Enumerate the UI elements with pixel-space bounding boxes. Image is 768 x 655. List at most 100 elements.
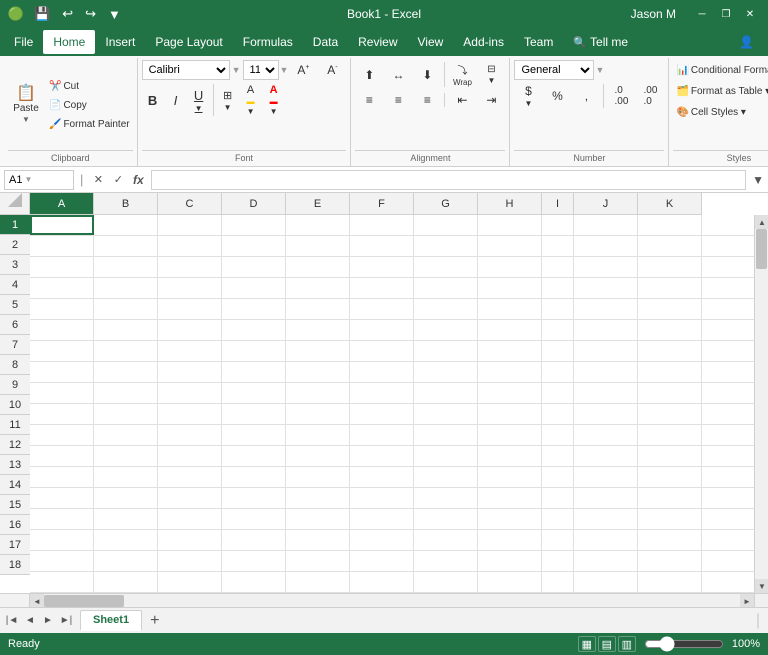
cell-E10[interactable]	[286, 404, 350, 424]
tab-nav-first[interactable]: |◄	[4, 613, 20, 629]
fill-color-button[interactable]: A ▬▼	[240, 82, 262, 118]
scroll-up-button[interactable]: ▲	[755, 215, 768, 229]
cell-H10[interactable]	[478, 404, 542, 424]
cell-F5[interactable]	[350, 299, 414, 319]
cell-B1[interactable]	[94, 215, 158, 235]
row-header-10[interactable]: 10	[0, 395, 30, 415]
italic-button[interactable]: I	[165, 91, 187, 110]
cell-E15[interactable]	[286, 509, 350, 529]
v-scroll-track[interactable]	[755, 229, 768, 579]
cell-J2[interactable]	[574, 236, 638, 256]
cell-C11[interactable]	[158, 425, 222, 445]
cell-G10[interactable]	[414, 404, 478, 424]
cell-C14[interactable]	[158, 488, 222, 508]
vertical-scrollbar[interactable]: ▲ ▼	[754, 215, 768, 593]
cell-J16[interactable]	[574, 530, 638, 550]
cell-D6[interactable]	[222, 320, 286, 340]
scroll-right-button[interactable]: ►	[740, 594, 754, 607]
cell-E2[interactable]	[286, 236, 350, 256]
cell-E6[interactable]	[286, 320, 350, 340]
cell-E1[interactable]	[286, 215, 350, 235]
cell-E9[interactable]	[286, 383, 350, 403]
menu-tell-me[interactable]: 🔍 Tell me	[563, 30, 638, 54]
minimize-button[interactable]: ─	[692, 6, 712, 22]
cell-D14[interactable]	[222, 488, 286, 508]
menu-data[interactable]: Data	[303, 30, 348, 54]
row-header-6[interactable]: 6	[0, 315, 30, 335]
row-header-11[interactable]: 11	[0, 415, 30, 435]
cell-G8[interactable]	[414, 362, 478, 382]
conditional-formatting-button[interactable]: 📊 Conditional Formatting ▾	[673, 60, 768, 80]
cell-I13[interactable]	[542, 467, 574, 487]
row-header-12[interactable]: 12	[0, 435, 30, 455]
cell-C1[interactable]	[158, 215, 222, 235]
cancel-formula-button[interactable]: ✕	[89, 171, 107, 189]
number-format-select[interactable]: General	[514, 60, 594, 80]
cell-I4[interactable]	[542, 278, 574, 298]
name-box-dropdown[interactable]: ▼	[24, 175, 32, 184]
cell-F6[interactable]	[350, 320, 414, 340]
cell-F12[interactable]	[350, 446, 414, 466]
menu-view[interactable]: View	[408, 30, 454, 54]
cell-E11[interactable]	[286, 425, 350, 445]
cell-H14[interactable]	[478, 488, 542, 508]
cell-I11[interactable]	[542, 425, 574, 445]
h-scroll-track[interactable]	[44, 594, 740, 607]
cell-E14[interactable]	[286, 488, 350, 508]
cell-H15[interactable]	[478, 509, 542, 529]
cell-J9[interactable]	[574, 383, 638, 403]
row-header-1[interactable]: 1	[0, 215, 30, 235]
cell-A14[interactable]	[30, 488, 94, 508]
cell-E8[interactable]	[286, 362, 350, 382]
menu-file[interactable]: File	[4, 30, 43, 54]
col-header-C[interactable]: C	[158, 193, 222, 215]
cell-D4[interactable]	[222, 278, 286, 298]
cell-B11[interactable]	[94, 425, 158, 445]
cell-K18[interactable]	[638, 572, 702, 592]
row-header-3[interactable]: 3	[0, 255, 30, 275]
cell-G3[interactable]	[414, 257, 478, 277]
cell-J3[interactable]	[574, 257, 638, 277]
cell-G4[interactable]	[414, 278, 478, 298]
cell-K7[interactable]	[638, 341, 702, 361]
cell-A12[interactable]	[30, 446, 94, 466]
align-right-button[interactable]: ≡	[413, 91, 441, 109]
font-color-button[interactable]: A▬▼	[263, 82, 285, 118]
cell-D7[interactable]	[222, 341, 286, 361]
cell-K13[interactable]	[638, 467, 702, 487]
cell-I14[interactable]	[542, 488, 574, 508]
cell-D11[interactable]	[222, 425, 286, 445]
quick-access-redo[interactable]: ↪	[83, 5, 98, 23]
cell-C16[interactable]	[158, 530, 222, 550]
cell-K17[interactable]	[638, 551, 702, 571]
formula-input[interactable]	[151, 170, 746, 190]
col-header-F[interactable]: F	[350, 193, 414, 215]
merge-button[interactable]: ⊟▼	[477, 62, 505, 87]
cell-K12[interactable]	[638, 446, 702, 466]
format-as-table-button[interactable]: 🗂️ Format as Table ▾	[673, 81, 768, 101]
cell-G11[interactable]	[414, 425, 478, 445]
cell-B14[interactable]	[94, 488, 158, 508]
cell-D8[interactable]	[222, 362, 286, 382]
cell-K14[interactable]	[638, 488, 702, 508]
menu-add-ins[interactable]: Add-ins	[453, 30, 514, 54]
function-wizard-button[interactable]: fx	[129, 171, 147, 189]
cell-K15[interactable]	[638, 509, 702, 529]
cell-K1[interactable]	[638, 215, 702, 235]
cell-F17[interactable]	[350, 551, 414, 571]
cell-D13[interactable]	[222, 467, 286, 487]
row-header-5[interactable]: 5	[0, 295, 30, 315]
cell-H16[interactable]	[478, 530, 542, 550]
cell-J17[interactable]	[574, 551, 638, 571]
cell-B7[interactable]	[94, 341, 158, 361]
scroll-down-button[interactable]: ▼	[755, 579, 768, 593]
cell-E17[interactable]	[286, 551, 350, 571]
cell-styles-button[interactable]: 🎨 Cell Styles ▾	[673, 102, 768, 122]
cell-K8[interactable]	[638, 362, 702, 382]
cell-G14[interactable]	[414, 488, 478, 508]
cell-B5[interactable]	[94, 299, 158, 319]
cell-D12[interactable]	[222, 446, 286, 466]
cell-A9[interactable]	[30, 383, 94, 403]
cell-C13[interactable]	[158, 467, 222, 487]
cell-C15[interactable]	[158, 509, 222, 529]
